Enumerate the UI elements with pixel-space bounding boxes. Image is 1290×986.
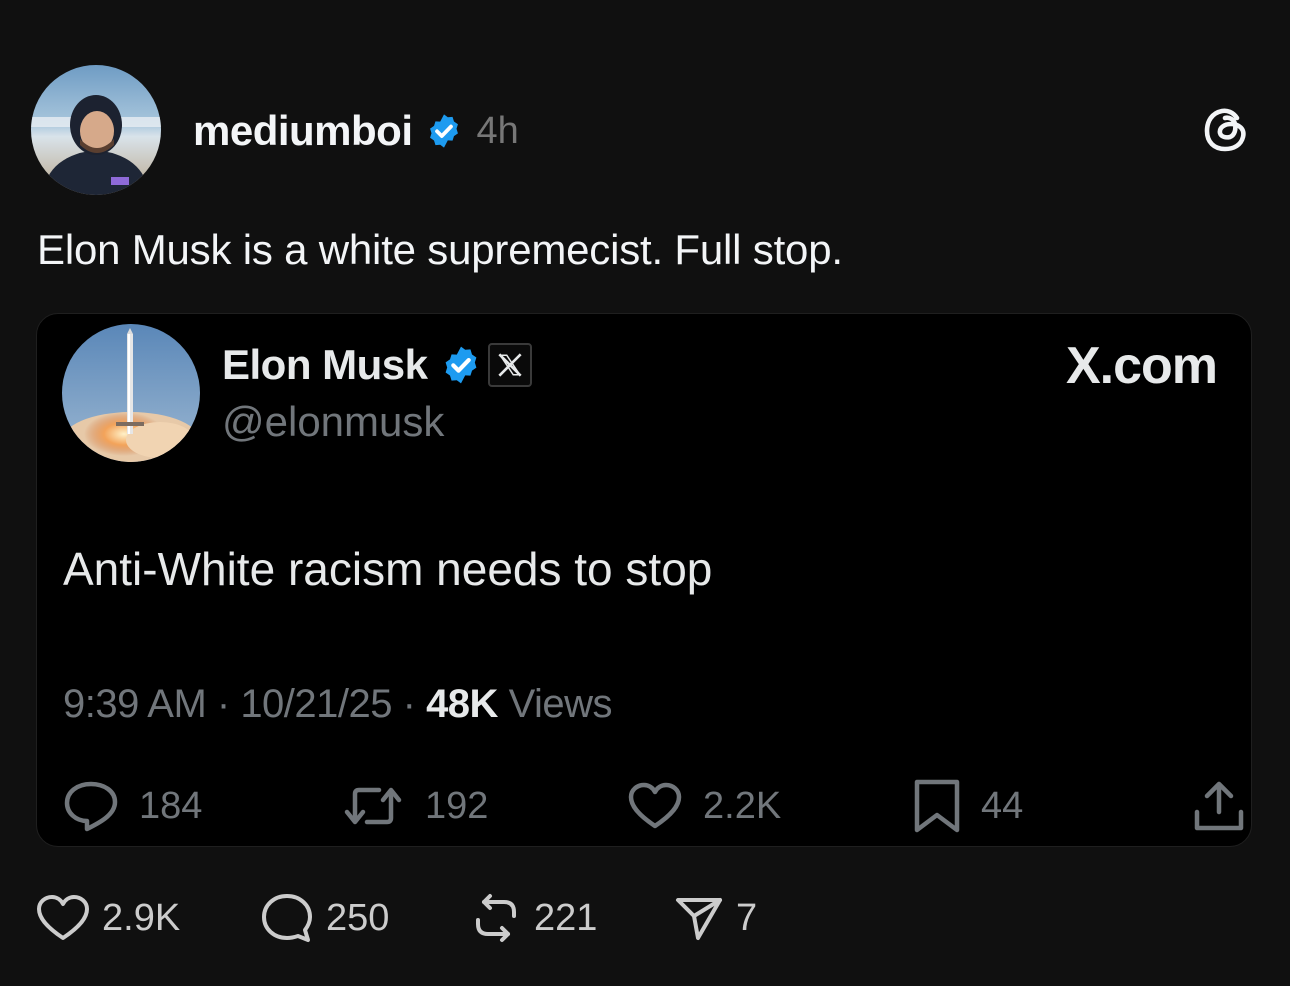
embed-like-count: 2.2K xyxy=(703,784,782,827)
x-affiliation-badge xyxy=(487,343,532,387)
share-upload-icon xyxy=(1194,781,1244,831)
embed-views-count: 48K xyxy=(426,682,498,726)
repost-icon xyxy=(476,894,516,942)
embed-post-text: Anti-White racism needs to stop xyxy=(63,543,713,595)
repost-count: 221 xyxy=(534,896,598,939)
repost-button[interactable]: 221 xyxy=(470,888,597,948)
embed-post-meta: 9:39 AM · 10/21/25 · 48K Views xyxy=(63,682,613,727)
reply-button[interactable]: 250 xyxy=(260,888,389,948)
verified-badge-icon xyxy=(429,114,458,148)
embed-bookmark-button[interactable]: 44 xyxy=(913,776,1023,836)
like-count: 2.9K xyxy=(102,896,181,939)
x-logo-icon xyxy=(497,353,522,377)
share-button[interactable]: 7 xyxy=(674,888,757,948)
like-button[interactable]: 2.9K xyxy=(36,888,180,948)
post-header: mediumboi 4h xyxy=(193,103,519,159)
author-avatar-image xyxy=(31,65,161,195)
post-body-text: Elon Musk is a white supremecist. Full s… xyxy=(37,226,843,273)
embed-author-avatar[interactable] xyxy=(62,324,200,462)
embed-action-bar: 184 192 2.2K 44 xyxy=(37,776,1251,836)
rocket-launch-image xyxy=(62,324,200,462)
embed-reply-count: 184 xyxy=(139,784,203,827)
embed-bookmark-count: 44 xyxy=(981,784,1024,827)
heart-icon xyxy=(628,782,682,829)
embed-repost-button[interactable]: 192 xyxy=(341,776,488,836)
threads-logo-icon[interactable] xyxy=(1201,104,1253,156)
verified-badge-icon xyxy=(445,346,476,384)
speech-bubble-icon xyxy=(64,781,118,832)
embed-source-domain[interactable]: X.com xyxy=(1066,336,1218,396)
post-action-bar: 2.9K 250 221 7 xyxy=(0,888,1290,948)
heart-icon xyxy=(37,895,89,940)
reply-count: 250 xyxy=(326,896,390,939)
embed-share-button[interactable] xyxy=(1193,776,1245,836)
repost-icon xyxy=(344,787,402,825)
embed-like-button[interactable]: 2.2K xyxy=(627,776,781,836)
bookmark-icon xyxy=(914,779,960,833)
share-count: 7 xyxy=(736,896,758,939)
embed-name-row: Elon Musk xyxy=(222,337,532,393)
meta-separator: · xyxy=(206,682,241,726)
embed-author-name[interactable]: Elon Musk xyxy=(222,341,428,389)
embed-author-handle[interactable]: @elonmusk xyxy=(222,398,444,446)
embedded-x-post-card[interactable]: Elon Musk @elonmusk X.com Anti-White rac… xyxy=(36,313,1252,847)
embed-reply-button[interactable]: 184 xyxy=(63,776,202,836)
author-username[interactable]: mediumboi xyxy=(193,107,413,155)
meta-separator: · xyxy=(392,682,427,726)
post-timestamp: 4h xyxy=(476,109,519,152)
embed-post-date: 10/21/25 xyxy=(240,682,393,726)
paper-plane-icon xyxy=(676,898,722,940)
speech-bubble-icon xyxy=(262,894,312,942)
embed-repost-count: 192 xyxy=(425,784,489,827)
embed-post-time: 9:39 AM xyxy=(63,682,207,726)
author-avatar[interactable] xyxy=(31,65,161,195)
embed-views-label: Views xyxy=(497,682,613,726)
